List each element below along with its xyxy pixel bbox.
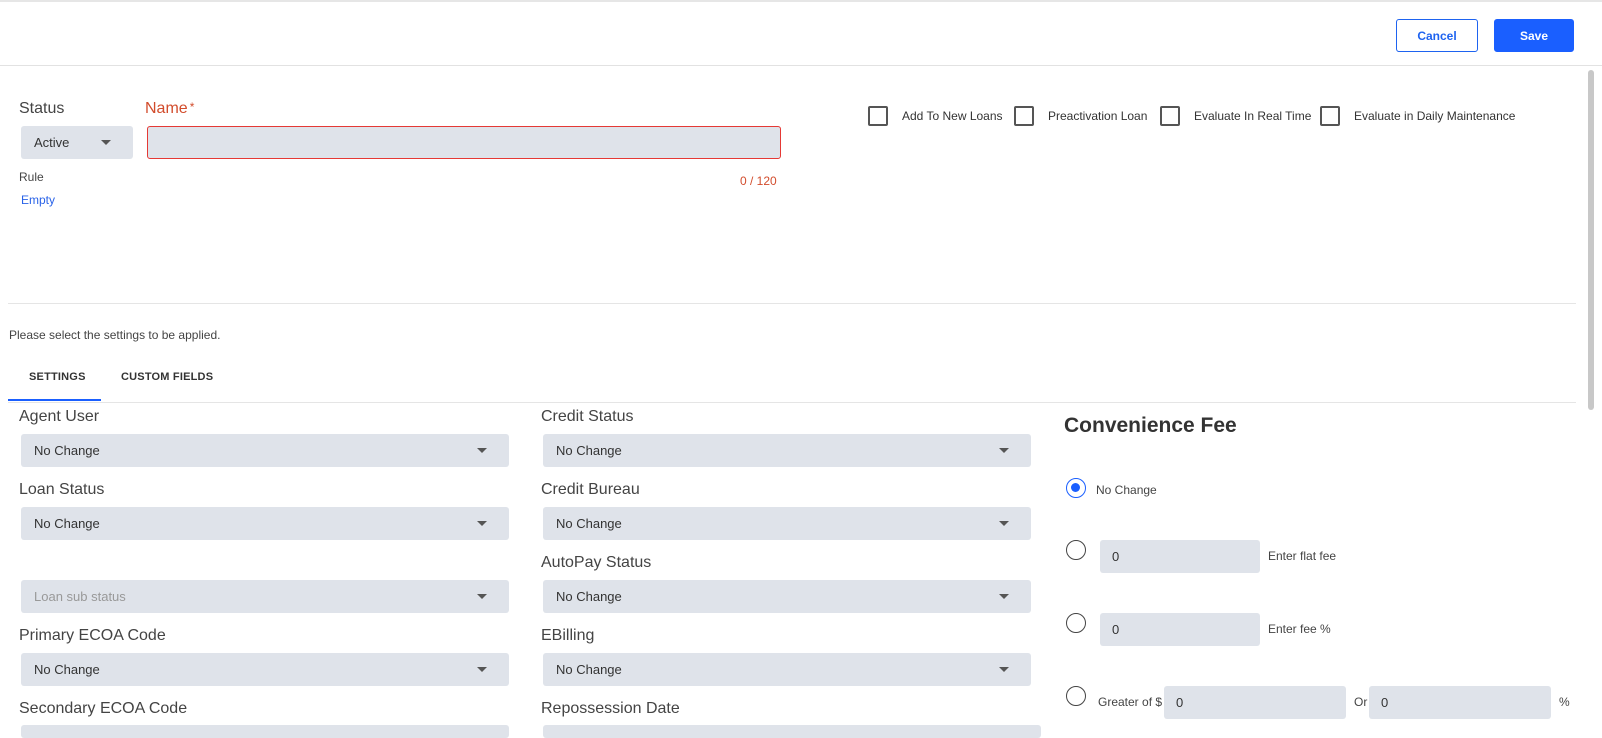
tab-settings[interactable]: SETTINGS <box>29 371 86 383</box>
percent-fee-input[interactable] <box>1100 613 1260 646</box>
name-input[interactable] <box>147 126 781 159</box>
repossession-date-label: Repossession Date <box>541 700 680 717</box>
secondary-ecoa-select[interactable] <box>21 725 509 738</box>
loan-status-label: Loan Status <box>19 481 105 498</box>
credit-bureau-select[interactable]: No Change <box>543 507 1031 540</box>
checkbox-label: Add To New Loans <box>902 109 1003 123</box>
page-scrollbar[interactable] <box>1588 70 1594 410</box>
rule-value-link[interactable]: Empty <box>21 193 55 207</box>
chevron-down-icon <box>999 521 1009 526</box>
status-select[interactable]: Active <box>21 126 133 159</box>
loan-sub-status-select[interactable]: Loan sub status <box>21 580 509 613</box>
top-toolbar: Cancel Save <box>0 0 1602 66</box>
credit-status-label: Credit Status <box>541 408 634 425</box>
convenience-fee-title: Convenience Fee <box>1064 414 1237 437</box>
checkbox-preactivation-loan[interactable]: Preactivation Loan <box>1014 106 1147 126</box>
autopay-status-label: AutoPay Status <box>541 554 652 571</box>
checkbox-box[interactable] <box>1014 106 1034 126</box>
required-mark: * <box>189 100 195 114</box>
chevron-down-icon <box>999 448 1009 453</box>
greater-of-percent-input[interactable] <box>1369 686 1551 719</box>
credit-status-value: No Change <box>556 443 622 458</box>
repossession-date-input[interactable] <box>543 725 1041 738</box>
instructions-text: Please select the settings to be applied… <box>9 328 221 342</box>
cancel-button[interactable]: Cancel <box>1396 19 1478 52</box>
loan-status-value: No Change <box>34 516 100 531</box>
name-char-counter: 0 / 120 <box>740 174 777 188</box>
chevron-down-icon <box>101 140 111 145</box>
loan-sub-status-placeholder: Loan sub status <box>34 589 126 604</box>
checkbox-label: Preactivation Loan <box>1048 109 1148 123</box>
loan-status-select[interactable]: No Change <box>21 507 509 540</box>
chevron-down-icon <box>477 594 487 599</box>
radio-greater-of[interactable] <box>1066 686 1086 706</box>
percent-sign: % <box>1559 695 1570 709</box>
active-tab-indicator <box>8 399 101 401</box>
agent-user-select[interactable]: No Change <box>21 434 509 467</box>
credit-status-select[interactable]: No Change <box>543 434 1031 467</box>
tabs-divider <box>8 402 1576 403</box>
radio-flat-fee[interactable] <box>1066 540 1086 560</box>
chevron-down-icon <box>477 448 487 453</box>
rule-label: Rule <box>19 170 44 184</box>
name-label: Name * <box>145 100 194 118</box>
autopay-status-value: No Change <box>556 589 622 604</box>
status-select-value: Active <box>34 135 70 150</box>
credit-bureau-value: No Change <box>556 516 622 531</box>
ebilling-label: EBilling <box>541 627 595 644</box>
primary-ecoa-label: Primary ECOA Code <box>19 627 166 644</box>
status-label: Status <box>19 100 65 117</box>
flat-fee-input[interactable] <box>1100 540 1260 573</box>
chevron-down-icon <box>477 521 487 526</box>
tab-custom-fields[interactable]: CUSTOM FIELDS <box>121 371 213 383</box>
ebilling-value: No Change <box>556 662 622 677</box>
checkbox-label: Evaluate in Daily Maintenance <box>1354 109 1516 123</box>
checkbox-label: Evaluate In Real Time <box>1194 109 1312 123</box>
chevron-down-icon <box>999 667 1009 672</box>
no-change-label: No Change <box>1096 483 1157 497</box>
chevron-down-icon <box>999 594 1009 599</box>
name-label-text: Name <box>145 100 188 117</box>
credit-bureau-label: Credit Bureau <box>541 481 640 498</box>
primary-ecoa-select[interactable]: No Change <box>21 653 509 686</box>
or-label: Or <box>1354 695 1368 709</box>
chevron-down-icon <box>477 667 487 672</box>
greater-of-amount-input[interactable] <box>1164 686 1346 719</box>
agent-user-label: Agent User <box>19 408 100 425</box>
autopay-status-select[interactable]: No Change <box>543 580 1031 613</box>
save-button[interactable]: Save <box>1494 19 1574 52</box>
checkbox-box[interactable] <box>868 106 888 126</box>
flat-fee-label: Enter flat fee <box>1268 549 1337 563</box>
checkbox-evaluate-real-time[interactable]: Evaluate In Real Time <box>1160 106 1311 126</box>
secondary-ecoa-label: Secondary ECOA Code <box>19 700 188 717</box>
checkbox-add-to-new-loans[interactable]: Add To New Loans <box>868 106 1003 126</box>
radio-no-change[interactable] <box>1066 478 1086 498</box>
section-divider <box>8 303 1576 304</box>
agent-user-value: No Change <box>34 443 100 458</box>
checkbox-box[interactable] <box>1160 106 1180 126</box>
radio-percent-fee[interactable] <box>1066 613 1086 633</box>
primary-ecoa-value: No Change <box>34 662 100 677</box>
percent-fee-label: Enter fee % <box>1268 622 1331 636</box>
checkbox-box[interactable] <box>1320 106 1340 126</box>
ebilling-select[interactable]: No Change <box>543 653 1031 686</box>
checkbox-evaluate-daily-maintenance[interactable]: Evaluate in Daily Maintenance <box>1320 106 1515 126</box>
greater-of-label: Greater of $ <box>1098 695 1163 709</box>
